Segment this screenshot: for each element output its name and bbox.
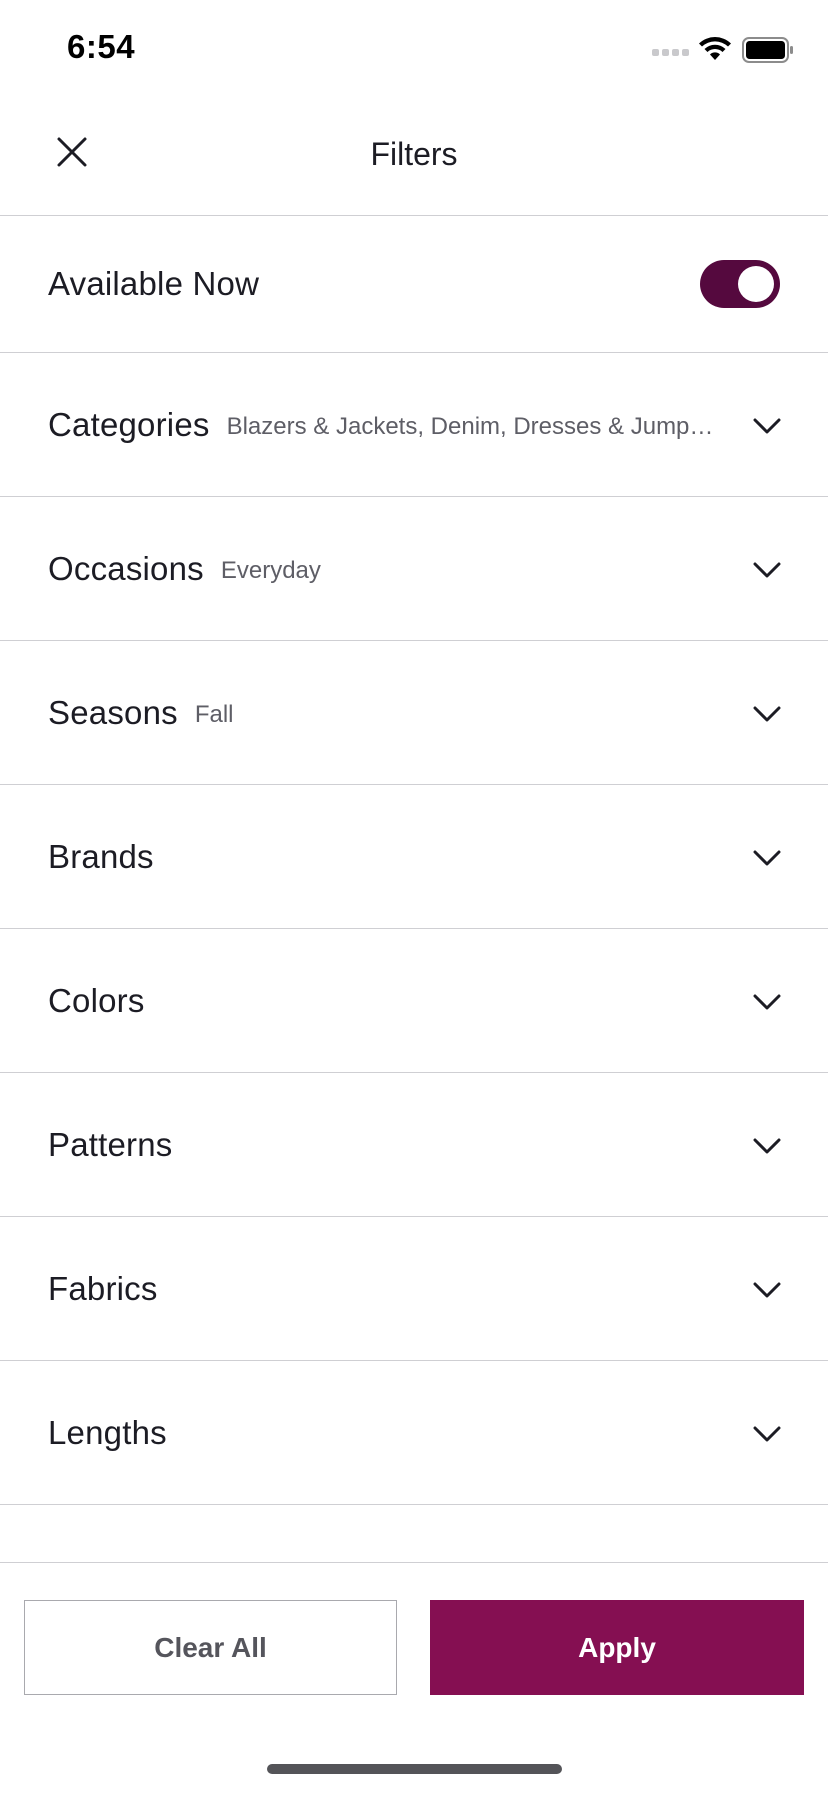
- filter-selected-values: Blazers & Jackets, Denim, Dresses & Jump…: [226, 412, 717, 440]
- filter-row-occasions[interactable]: Occasions Everyday: [0, 497, 828, 641]
- filter-row-patterns[interactable]: Patterns: [0, 1073, 828, 1217]
- filters-header: Filters: [0, 100, 828, 216]
- chevron-down-icon: [753, 418, 781, 433]
- filter-selected-values: Fall: [194, 700, 234, 728]
- filter-row-seasons[interactable]: Seasons Fall: [0, 641, 828, 785]
- status-time: 6:54: [67, 28, 136, 65]
- chevron-down-icon: [753, 850, 781, 865]
- filter-row-lengths[interactable]: Lengths: [0, 1361, 828, 1505]
- filter-label: Categories: [48, 405, 210, 443]
- apply-button[interactable]: Apply: [430, 1600, 804, 1695]
- filter-row-fabrics[interactable]: Fabrics: [0, 1217, 828, 1361]
- filter-row-colors[interactable]: Colors: [0, 929, 828, 1073]
- filter-row-partial: [0, 1505, 828, 1555]
- filter-list: Available Now Categories Blazers & Jacke…: [0, 216, 828, 1555]
- battery-icon: [742, 37, 793, 63]
- chevron-down-icon: [753, 1426, 781, 1441]
- toggle-knob: [738, 266, 774, 302]
- chevron-down-icon: [753, 994, 781, 1009]
- filter-row-categories[interactable]: Categories Blazers & Jackets, Denim, Dre…: [0, 353, 828, 497]
- chevron-down-icon: [753, 706, 781, 721]
- chevron-down-icon: [753, 562, 781, 577]
- filter-selected-values: Everyday: [220, 556, 321, 584]
- status-bar: 6:54: [0, 0, 828, 100]
- page-title: Filters: [370, 136, 458, 172]
- filter-label: Brands: [48, 837, 154, 875]
- filter-label: Occasions: [48, 549, 204, 587]
- filter-row-brands[interactable]: Brands: [0, 785, 828, 929]
- filter-label: Colors: [48, 981, 145, 1019]
- filter-label: Fabrics: [48, 1269, 158, 1307]
- home-indicator: [267, 1764, 562, 1774]
- cellular-signal-icon: [652, 49, 689, 56]
- chevron-down-icon: [753, 1282, 781, 1297]
- filter-label: Lengths: [48, 1413, 167, 1451]
- chevron-down-icon: [753, 1138, 781, 1153]
- available-now-label: Available Now: [48, 265, 260, 302]
- filter-label: Seasons: [48, 693, 178, 731]
- filter-label: Patterns: [48, 1125, 173, 1163]
- filter-actions-footer: Clear All Apply: [0, 1562, 828, 1793]
- wifi-icon: [699, 37, 731, 60]
- available-now-row: Available Now: [0, 216, 828, 353]
- clear-all-button[interactable]: Clear All: [24, 1600, 397, 1695]
- available-now-toggle[interactable]: [700, 260, 780, 308]
